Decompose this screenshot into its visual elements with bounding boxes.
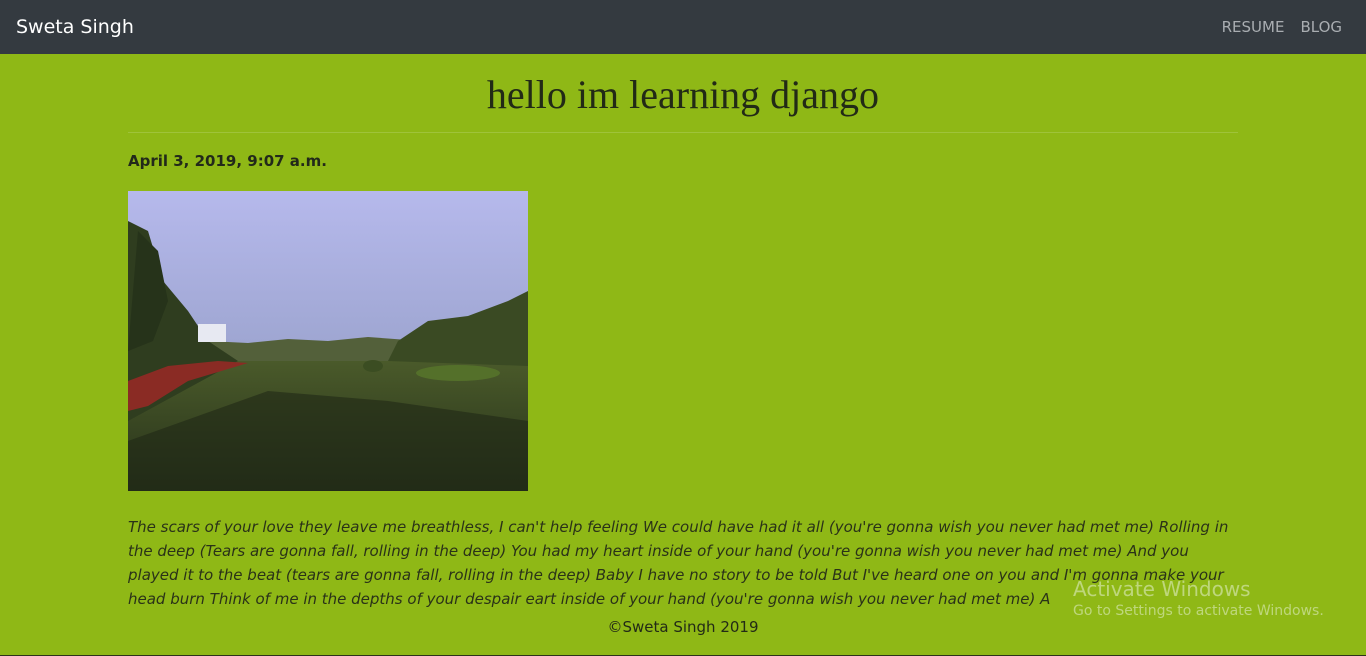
- post-image: [128, 191, 528, 491]
- watermark-subtitle: Go to Settings to activate Windows.: [1073, 603, 1324, 619]
- nav-link-blog[interactable]: BLOG: [1300, 17, 1342, 37]
- nav-link-resume[interactable]: RESUME: [1222, 17, 1285, 37]
- park-photo-illustration: [128, 191, 528, 491]
- watermark-title: Activate Windows: [1073, 577, 1251, 601]
- activate-windows-watermark: Activate Windows Go to Settings to activ…: [1073, 578, 1324, 622]
- nav-links: RESUME BLOG: [1222, 17, 1342, 37]
- post-container: hello im learning django April 3, 2019, …: [128, 54, 1238, 608]
- brand-link[interactable]: Sweta Singh: [16, 14, 134, 40]
- title-divider: [128, 132, 1238, 133]
- post-date: April 3, 2019, 9:07 a.m.: [128, 152, 327, 170]
- navbar: Sweta Singh RESUME BLOG: [0, 0, 1366, 54]
- post-title: hello im learning django: [486, 72, 880, 117]
